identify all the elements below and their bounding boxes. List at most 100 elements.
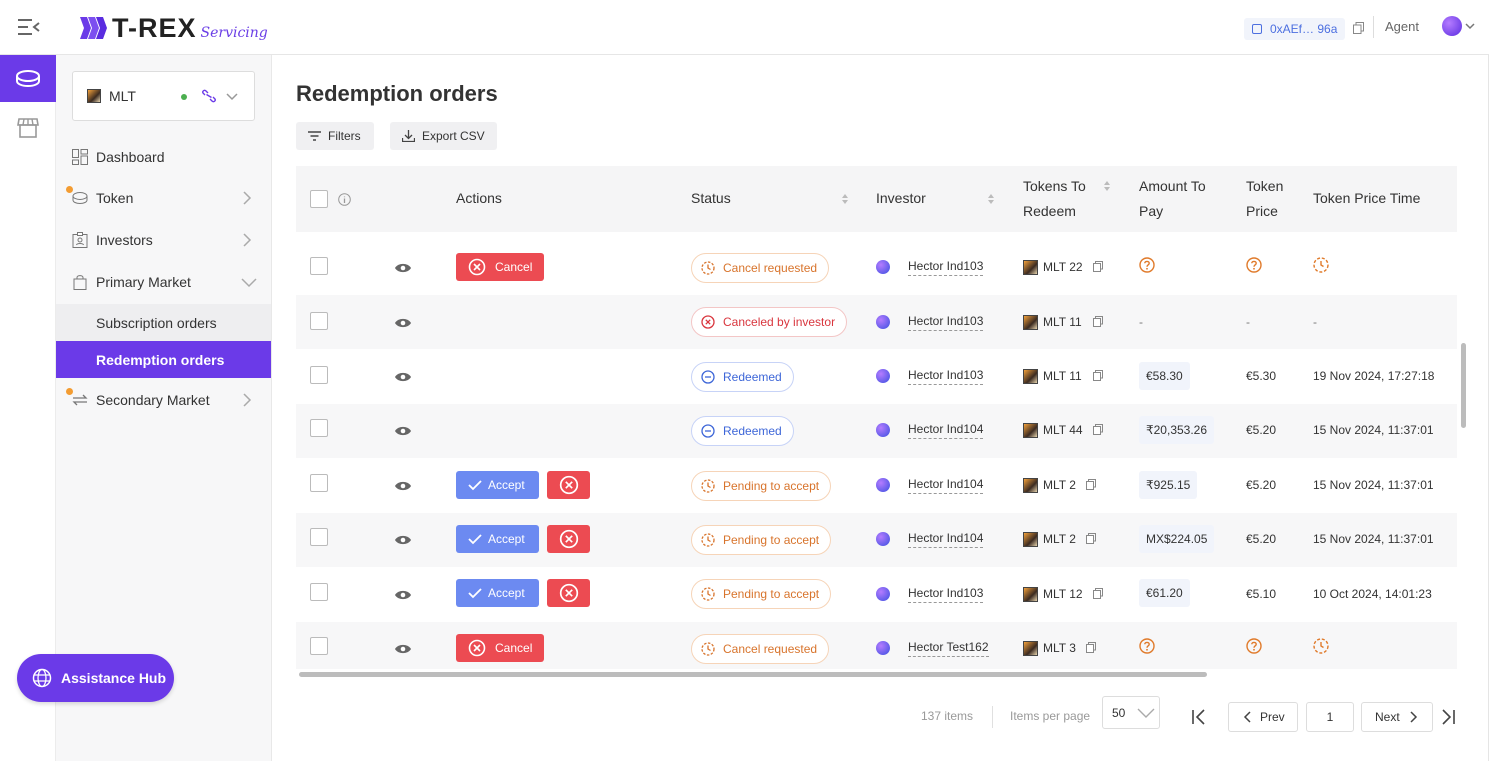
- col-price-line2: Price: [1246, 203, 1278, 219]
- col-price-time: Token Price Time: [1313, 190, 1421, 206]
- connection-status-dot: [181, 94, 187, 100]
- eye-icon[interactable]: [394, 317, 412, 329]
- copy-icon[interactable]: [1086, 642, 1096, 653]
- eye-icon[interactable]: [394, 262, 412, 274]
- eye-icon[interactable]: [394, 534, 412, 546]
- investor-name[interactable]: Hector Ind104: [908, 531, 984, 548]
- col-tokens-line1[interactable]: Tokens To: [1023, 174, 1086, 199]
- row-checkbox[interactable]: [310, 312, 328, 330]
- page-number-input[interactable]: 1: [1306, 702, 1354, 732]
- reject-button[interactable]: [547, 471, 590, 499]
- sort-icon[interactable]: [841, 193, 849, 205]
- select-all-checkbox[interactable]: [310, 190, 328, 208]
- clock-pending-icon: [701, 642, 715, 656]
- sort-icon[interactable]: [1103, 180, 1111, 192]
- row-checkbox[interactable]: [310, 419, 328, 437]
- wallet-address[interactable]: 0xAEf… 96a: [1244, 18, 1346, 40]
- investor-name[interactable]: Hector Test162: [908, 640, 989, 657]
- sidebar-item-label: Primary Market: [96, 274, 191, 290]
- cancel-circle-icon: [468, 258, 486, 276]
- first-page-icon[interactable]: [1190, 708, 1208, 726]
- investor-name[interactable]: Hector Ind103: [908, 314, 984, 331]
- eye-icon[interactable]: [394, 371, 412, 383]
- eye-icon[interactable]: [394, 643, 412, 655]
- accept-button[interactable]: Accept: [456, 525, 539, 553]
- cancel-button[interactable]: Cancel: [456, 253, 544, 281]
- token-logo-icon: [1023, 532, 1038, 547]
- token-selector[interactable]: MLT: [72, 71, 255, 121]
- sidebar-item-token[interactable]: Token: [56, 178, 271, 218]
- row-checkbox[interactable]: [310, 583, 328, 601]
- sort-icon[interactable]: [987, 193, 995, 205]
- export-csv-button[interactable]: Export CSV: [390, 122, 497, 150]
- sidebar-item-redemption-orders[interactable]: Redemption orders: [56, 341, 271, 378]
- token-selector-value: MLT: [109, 88, 136, 104]
- reject-button[interactable]: [547, 579, 590, 607]
- chevron-down-icon[interactable]: [1465, 21, 1475, 31]
- copy-icon[interactable]: [1353, 22, 1364, 34]
- eye-icon[interactable]: [394, 589, 412, 601]
- investor-name[interactable]: Hector Ind104: [908, 422, 984, 439]
- cancel-button[interactable]: Cancel: [456, 634, 544, 662]
- row-checkbox[interactable]: [310, 257, 328, 275]
- col-status[interactable]: Status: [691, 186, 731, 211]
- brand-logo[interactable]: T-REX Servicing: [78, 12, 268, 44]
- row-checkbox[interactable]: [310, 528, 328, 546]
- copy-icon[interactable]: [1093, 424, 1103, 435]
- copy-icon[interactable]: [1086, 479, 1096, 490]
- sidebar-item-dashboard[interactable]: Dashboard: [56, 137, 271, 177]
- copy-icon[interactable]: [1093, 261, 1103, 272]
- sidebar-item-label: Subscription orders: [96, 314, 217, 331]
- sidebar-item-secondary-market[interactable]: Secondary Market: [56, 380, 271, 420]
- reject-button[interactable]: [547, 525, 590, 553]
- copy-icon[interactable]: [1086, 533, 1096, 544]
- row-checkbox[interactable]: [310, 474, 328, 492]
- accept-button[interactable]: Accept: [456, 579, 539, 607]
- last-page-icon[interactable]: [1439, 708, 1457, 726]
- chevron-down-icon: [226, 93, 238, 101]
- pagination-divider: [992, 706, 993, 728]
- orders-table: Actions Status Investor Tokens To Redeem…: [296, 166, 1457, 669]
- copy-icon[interactable]: [1093, 316, 1103, 327]
- items-per-page-value: 50: [1112, 705, 1126, 720]
- filters-button[interactable]: Filters: [296, 122, 374, 150]
- rail-tokens-button[interactable]: [0, 55, 56, 102]
- wallet-address-text: 0xAEf… 96a: [1270, 22, 1338, 36]
- sidebar-item-primary-market[interactable]: Primary Market: [56, 262, 271, 302]
- investor-name[interactable]: Hector Ind103: [908, 586, 984, 603]
- items-per-page-select[interactable]: 50: [1102, 696, 1160, 729]
- amount-text: ₹925.15: [1146, 478, 1191, 492]
- vertical-scrollbar[interactable]: [1461, 343, 1466, 428]
- sidebar-item-subscription-orders[interactable]: Subscription orders: [56, 304, 271, 341]
- status-badge: Cancel requested: [691, 634, 830, 664]
- copy-icon[interactable]: [1093, 588, 1103, 599]
- accept-label: Accept: [488, 532, 525, 546]
- assistance-hub-button[interactable]: Assistance Hub: [17, 654, 174, 702]
- row-checkbox[interactable]: [310, 366, 328, 384]
- next-page-button[interactable]: Next: [1361, 702, 1433, 732]
- investor-name[interactable]: Hector Ind103: [908, 259, 984, 276]
- horizontal-scrollbar[interactable]: [299, 672, 1207, 677]
- copy-icon[interactable]: [1093, 370, 1103, 381]
- avatar[interactable]: [1442, 16, 1462, 36]
- sidebar-item-investors[interactable]: Investors: [56, 220, 271, 260]
- token-price: €5.10: [1246, 587, 1277, 601]
- eye-icon[interactable]: [394, 480, 412, 492]
- coins-icon: [16, 69, 40, 87]
- token-price: €5.30: [1246, 369, 1277, 383]
- table-row: Canceled by investor Hector Ind103 MLT 1…: [296, 295, 1457, 349]
- accept-button[interactable]: Accept: [456, 471, 539, 499]
- rail-marketplace-button[interactable]: [0, 103, 56, 153]
- info-icon[interactable]: [338, 193, 351, 206]
- investor-name[interactable]: Hector Ind104: [908, 477, 984, 494]
- row-checkbox[interactable]: [310, 637, 328, 655]
- amount-to-pay: -: [1139, 315, 1143, 329]
- col-investor[interactable]: Investor: [876, 186, 926, 211]
- sidebar-item-label: Secondary Market: [96, 392, 210, 408]
- investor-name[interactable]: Hector Ind103: [908, 368, 984, 385]
- prev-page-button[interactable]: Prev: [1228, 702, 1298, 732]
- menu-collapse-icon[interactable]: [18, 17, 40, 37]
- link-icon[interactable]: [201, 89, 217, 103]
- eye-icon[interactable]: [394, 425, 412, 437]
- clock-pending-icon: [1313, 638, 1329, 654]
